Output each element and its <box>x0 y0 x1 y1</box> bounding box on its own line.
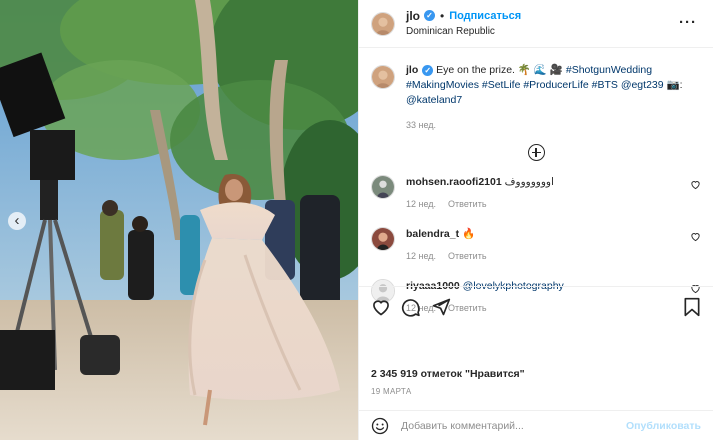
caption-text-part: 📷: <box>663 79 683 91</box>
comment-username[interactable]: balendra_t <box>406 228 459 240</box>
caption: jlo ✓ Eye on the prize. 🌴 🌊 🎥 #ShotgunWed… <box>371 63 701 108</box>
heart-icon[interactable] <box>690 231 701 242</box>
comment-item: mohsen.raoofi2101 اوووووووف 12 нед. Ответ… <box>371 175 701 213</box>
post-header: jlo ✓ • Подписаться Dominican Republic ·… <box>359 0 713 48</box>
avatar[interactable] <box>371 65 395 89</box>
caption-text-part: Eye on the prize. 🌴 🌊 🎥 <box>433 64 566 76</box>
hashtag-link[interactable]: #BTS <box>592 79 618 91</box>
reply-button[interactable]: Ответить <box>448 199 486 209</box>
post-modal: jlo ✓ • Подписаться Dominican Republic ·… <box>0 0 713 440</box>
avatar[interactable] <box>371 11 395 36</box>
follow-button[interactable]: Подписаться <box>449 8 521 24</box>
comment-time[interactable]: 12 нед. <box>406 199 436 209</box>
post-date[interactable]: 19 МАРТА <box>371 387 411 396</box>
caption-time[interactable]: 33 нед. <box>406 120 701 130</box>
comment-item: balendra_t 🔥 12 нед. Ответить <box>371 227 701 265</box>
publish-button[interactable]: Опубликовать <box>626 420 701 432</box>
comments-scroll[interactable]: jlo ✓ Eye on the prize. 🌴 🌊 🎥 #ShotgunWed… <box>359 49 713 326</box>
share-icon[interactable] <box>431 297 451 317</box>
header-info: jlo ✓ • Подписаться Dominican Republic <box>406 8 521 40</box>
mention-link[interactable]: @kateland7 <box>406 94 462 106</box>
comment-icon[interactable] <box>401 297 421 317</box>
location-link[interactable]: Dominican Republic <box>406 24 521 40</box>
caption-text: jlo ✓ Eye on the prize. 🌴 🌊 🎥 #ShotgunWed… <box>406 63 686 108</box>
more-icon[interactable]: ··· <box>679 14 697 31</box>
chevron-left-icon[interactable] <box>8 212 26 230</box>
heart-icon[interactable] <box>371 297 391 317</box>
mention-link[interactable]: @egt239 <box>621 79 664 91</box>
comment-time[interactable]: 12 нед. <box>406 251 436 261</box>
comment-input[interactable] <box>401 419 627 432</box>
reply-button[interactable]: Ответить <box>448 251 486 261</box>
comment-text: اوووووووف <box>504 176 554 188</box>
add-circle-icon[interactable] <box>527 144 545 161</box>
hashtag-link[interactable]: #SetLife <box>482 79 521 91</box>
post-sidebar: jlo ✓ • Подписаться Dominican Republic ·… <box>358 0 713 440</box>
verified-icon: ✓ <box>424 10 435 21</box>
comment-username[interactable]: mohsen.raoofi2101 <box>406 176 502 188</box>
heart-icon[interactable] <box>690 179 701 190</box>
add-comment-bar: Опубликовать <box>359 410 713 440</box>
verified-icon: ✓ <box>422 65 434 76</box>
hashtag-link[interactable]: #ShotgunWedding <box>566 64 652 76</box>
username-link[interactable]: jlo <box>406 8 420 24</box>
smile-icon[interactable] <box>371 417 389 435</box>
comment-text: 🔥 <box>462 228 476 240</box>
action-bar <box>359 286 713 326</box>
bookmark-icon[interactable] <box>683 297 701 317</box>
photo-scene <box>0 0 358 440</box>
hashtag-link[interactable]: #ProducerLife <box>523 79 588 91</box>
separator-dot: • <box>440 8 445 23</box>
likes-count[interactable]: 2 345 919 отметок "Нравится" <box>371 368 525 380</box>
avatar[interactable] <box>371 175 395 199</box>
avatar[interactable] <box>371 227 395 251</box>
load-more <box>371 144 701 161</box>
caption-username[interactable]: jlo <box>406 64 418 76</box>
hashtag-link[interactable]: #MakingMovies <box>406 79 479 91</box>
post-photo[interactable] <box>0 0 358 440</box>
